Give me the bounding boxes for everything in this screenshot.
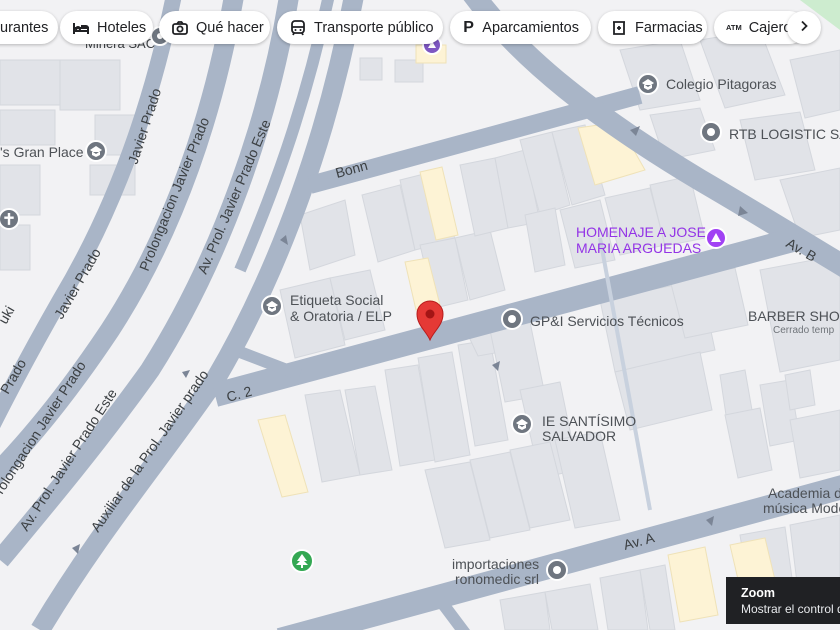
poi-cross-icon[interactable] <box>0 208 20 230</box>
chip-restaurantes[interactable]: urantes <box>0 11 58 44</box>
chip-restaurantes-label: urantes <box>0 19 49 36</box>
poi-label-importaciones-2: ronomedic srl <box>455 571 539 587</box>
parking-icon: P <box>463 18 474 36</box>
category-chip-bar: urantes Hoteles Qué hacer Transporte púb… <box>0 0 840 56</box>
poi-label-rtb: RTB LOGISTIC SA <box>729 126 840 142</box>
poi-place-icon-rtb[interactable] <box>700 121 722 143</box>
poi-label-academia-1: Academia d <box>768 485 840 501</box>
poi-school-icon-grand-place[interactable] <box>85 140 107 162</box>
poi-label-grand-place: 's Gran Place <box>0 144 84 160</box>
poi-label-ie-1: IE SANTÍSIMO <box>542 413 636 429</box>
poi-label-colegio: Colegio Pitagoras <box>666 76 777 92</box>
poi-label-academia-2: música Moderat <box>763 500 840 516</box>
poi-label-homenaje-2: MARIA ARGUEDAS <box>576 240 701 256</box>
transit-icon <box>289 19 307 37</box>
poi-label-importaciones-1: importaciones <box>452 556 539 572</box>
chevron-right-icon <box>798 19 810 37</box>
poi-label-homenaje-1: HOMENAJE A JOSE <box>576 224 706 240</box>
chip-que-hacer-label: Qué hacer <box>196 19 264 36</box>
map-canvas[interactable]: Minera SAC Javier Prado Javier Prado Pro… <box>0 0 840 630</box>
chip-transporte-publico-label: Transporte público <box>314 19 434 36</box>
poi-label-barber: BARBER SHOP <box>748 308 840 324</box>
zoom-tooltip: Zoom Mostrar el control d <box>726 577 840 624</box>
poi-label-etiqueta-1: Etiqueta Social <box>290 292 383 308</box>
poi-label-barber-status: Cerrado temp <box>773 325 835 336</box>
chip-farmacias-label: Farmacias <box>635 19 703 36</box>
poi-place-icon-importaciones[interactable] <box>546 559 568 581</box>
chip-hoteles[interactable]: Hoteles <box>60 11 153 44</box>
zoom-tooltip-text: Mostrar el control d <box>741 602 840 616</box>
zoom-tooltip-title: Zoom <box>741 586 776 600</box>
poi-place-icon-gpi[interactable] <box>501 308 523 330</box>
chip-aparcamientos-label: Aparcamientos <box>482 19 579 36</box>
poi-label-ie-2: SALVADOR <box>542 428 616 444</box>
pharmacy-icon <box>610 19 628 37</box>
poi-label-etiqueta-2: & Oratoria / ELP <box>290 308 392 324</box>
atm-icon: ATM <box>726 23 742 32</box>
chip-transporte-publico[interactable]: Transporte público <box>277 11 443 44</box>
camera-icon <box>171 19 189 37</box>
chip-hoteles-label: Hoteles <box>97 19 147 36</box>
poi-label-gpi: GP&I Servicios Técnicos <box>530 313 684 329</box>
poi-school-icon-ie[interactable] <box>511 413 533 435</box>
hotel-icon <box>72 19 90 37</box>
chips-next-button[interactable] <box>787 11 821 44</box>
poi-monument-icon-homenaje[interactable] <box>705 227 727 249</box>
chip-farmacias[interactable]: Farmacias <box>598 11 707 44</box>
poi-school-icon-etiqueta[interactable] <box>261 295 283 317</box>
chip-aparcamientos[interactable]: P Aparcamientos <box>450 11 591 44</box>
park-tree-icon[interactable] <box>290 549 314 573</box>
poi-school-icon-colegio[interactable] <box>637 73 659 95</box>
chip-que-hacer[interactable]: Qué hacer <box>159 11 270 44</box>
